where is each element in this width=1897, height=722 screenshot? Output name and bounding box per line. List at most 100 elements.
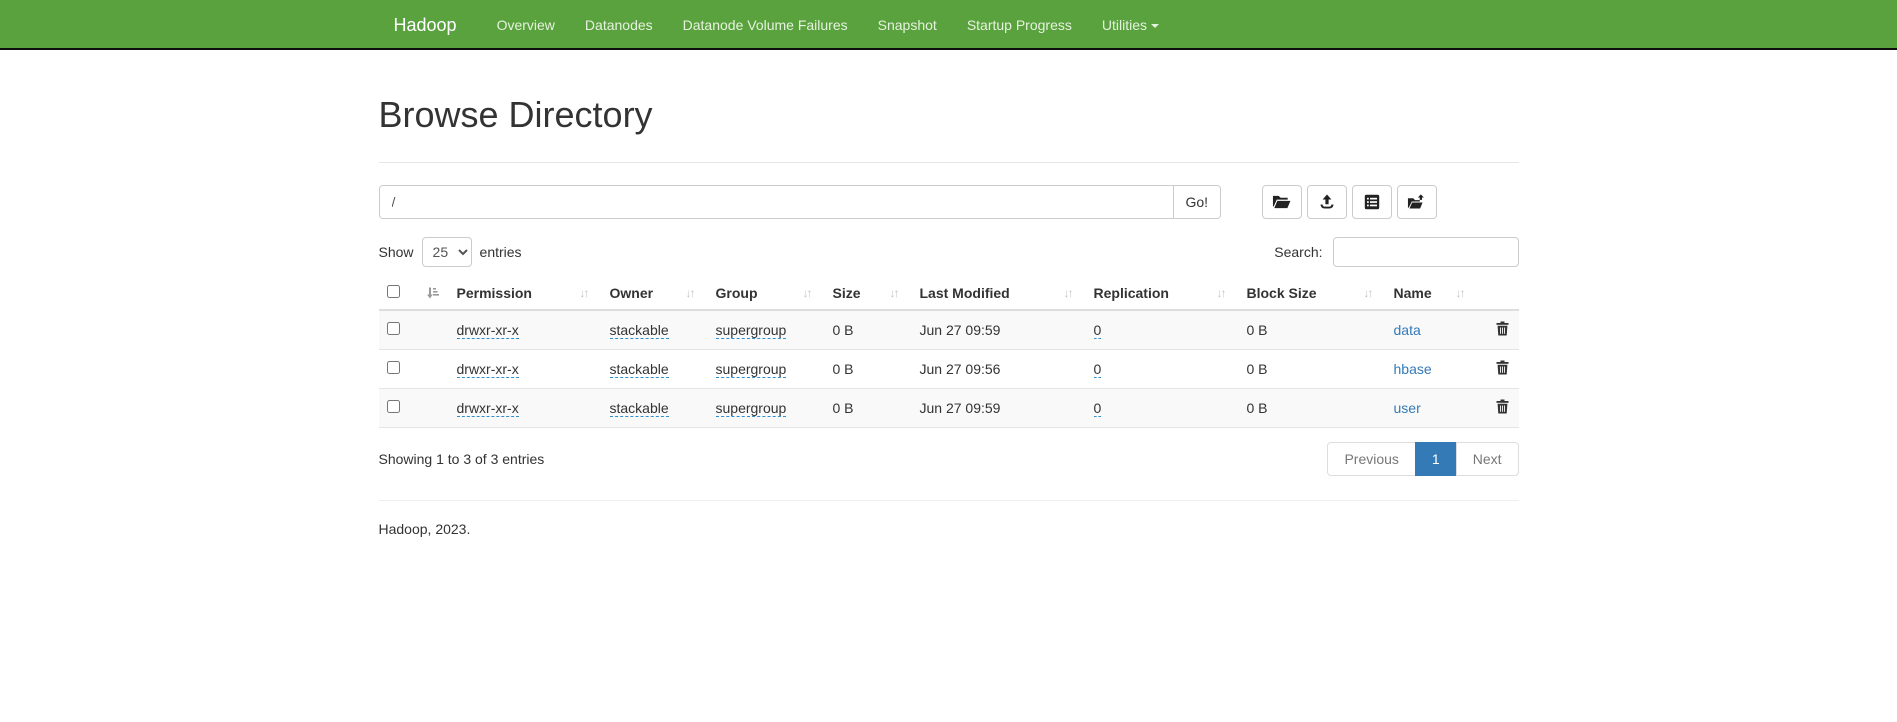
group-cell: supergroup [708, 310, 825, 350]
table-row: drwxr-xr-x stackable supergroup 0 B Jun … [379, 310, 1519, 350]
delete-button[interactable] [1496, 399, 1509, 417]
owner-cell: stackable [602, 389, 708, 428]
trash-icon [1496, 402, 1509, 417]
nav-item-utilities-dropdown[interactable]: Utilities [1087, 0, 1174, 50]
header-permission[interactable]: Permission↓↑ [449, 277, 602, 310]
group-editable[interactable]: supergroup [716, 361, 787, 378]
header-block-size-label: Block Size [1247, 285, 1317, 301]
block-size-value: 0 B [1247, 361, 1268, 377]
trash-icon [1496, 324, 1509, 339]
header-size[interactable]: Size↓↑ [825, 277, 912, 310]
navbar-brand[interactable]: Hadoop [379, 0, 472, 50]
header-name[interactable]: Name ↓↑ [1386, 277, 1488, 310]
group-editable[interactable]: supergroup [716, 322, 787, 339]
footer-divider [379, 500, 1519, 501]
header-owner-label: Owner [610, 285, 654, 301]
replication-cell: 0 [1086, 310, 1239, 350]
last-modified-cell: Jun 27 09:59 [912, 389, 1086, 428]
header-replication[interactable]: Replication↓↑ [1086, 277, 1239, 310]
group-cell: supergroup [708, 389, 825, 428]
directory-link[interactable]: user [1394, 400, 1421, 416]
nav-item-startup-progress[interactable]: Startup Progress [952, 0, 1087, 50]
entries-info: Showing 1 to 3 of 3 entries [379, 451, 545, 467]
select-all-header[interactable] [379, 277, 449, 310]
directory-path-input[interactable] [379, 185, 1174, 219]
navbar-menu: Overview Datanodes Datanode Volume Failu… [472, 0, 1174, 50]
delete-button[interactable] [1496, 360, 1509, 378]
owner-editable[interactable]: stackable [610, 400, 669, 417]
nav-item-snapshot[interactable]: Snapshot [863, 0, 952, 50]
row-checkbox[interactable] [387, 322, 400, 335]
replication-editable[interactable]: 0 [1094, 322, 1102, 339]
permission-editable[interactable]: drwxr-xr-x [457, 361, 519, 378]
permission-editable[interactable]: drwxr-xr-x [457, 322, 519, 339]
directory-table: Permission↓↑ Owner↓↑ Group↓↑ Size↓↑ Last… [379, 277, 1519, 428]
directory-link[interactable]: hbase [1394, 361, 1432, 377]
header-group-label: Group [716, 285, 758, 301]
table-row: drwxr-xr-x stackable supergroup 0 B Jun … [379, 389, 1519, 428]
nav-item-datanode-volume-failures[interactable]: Datanode Volume Failures [668, 0, 863, 50]
sort-attributes-icon [426, 287, 439, 302]
utilities-label: Utilities [1102, 17, 1147, 33]
name-cell: user [1386, 389, 1488, 428]
header-group[interactable]: Group↓↑ [708, 277, 825, 310]
directory-link[interactable]: data [1394, 322, 1421, 338]
actions-cell [1488, 389, 1519, 428]
pagination-next[interactable]: Next [1457, 442, 1519, 476]
owner-editable[interactable]: stackable [610, 322, 669, 339]
last-modified-value: Jun 27 09:59 [920, 322, 1001, 338]
table-body: drwxr-xr-x stackable supergroup 0 B Jun … [379, 310, 1519, 428]
sort-icon: ↓↑ [1364, 286, 1372, 300]
explorer-action-buttons [1262, 185, 1437, 219]
nav-item-overview[interactable]: Overview [482, 0, 570, 50]
move-selected-button[interactable] [1397, 185, 1437, 219]
entries-label: entries [480, 244, 522, 260]
owner-cell: stackable [602, 310, 708, 350]
pagination-previous[interactable]: Previous [1328, 442, 1415, 476]
row-checkbox[interactable] [387, 361, 400, 374]
nav-item-datanodes[interactable]: Datanodes [570, 0, 668, 50]
set-quota-button[interactable] [1352, 185, 1392, 219]
upload-files-button[interactable] [1307, 185, 1347, 219]
footer-text: Hadoop, 2023. [379, 521, 1519, 537]
upload-icon [1319, 194, 1335, 210]
page-length-select[interactable]: 25 [422, 237, 472, 267]
replication-cell: 0 [1086, 350, 1239, 389]
header-name-label: Name [1394, 285, 1432, 301]
replication-editable[interactable]: 0 [1094, 400, 1102, 417]
search-input[interactable] [1333, 237, 1519, 267]
name-cell: data [1386, 310, 1488, 350]
sort-icon: ↓↑ [1456, 286, 1464, 300]
folder-upload-icon [1407, 194, 1426, 210]
owner-editable[interactable]: stackable [610, 361, 669, 378]
go-button[interactable]: Go! [1173, 185, 1222, 219]
permission-editable[interactable]: drwxr-xr-x [457, 400, 519, 417]
header-block-size[interactable]: Block Size ↓↑ [1239, 277, 1386, 310]
table-footer: Showing 1 to 3 of 3 entries Previous 1 N… [379, 442, 1519, 476]
path-bar: Go! [379, 185, 1519, 219]
last-modified-value: Jun 27 09:59 [920, 400, 1001, 416]
table-controls: Show 25 entries Search: [379, 237, 1519, 267]
replication-editable[interactable]: 0 [1094, 361, 1102, 378]
create-directory-button[interactable] [1262, 185, 1302, 219]
size-value: 0 B [833, 361, 854, 377]
group-editable[interactable]: supergroup [716, 400, 787, 417]
pagination-page-1[interactable]: 1 [1416, 442, 1457, 476]
header-size-label: Size [833, 285, 861, 301]
row-select-cell [379, 310, 449, 350]
page-length-control: Show 25 entries [379, 237, 522, 267]
table-row: drwxr-xr-x stackable supergroup 0 B Jun … [379, 350, 1519, 389]
row-checkbox[interactable] [387, 400, 400, 413]
page-title: Browse Directory [379, 94, 1519, 136]
replication-cell: 0 [1086, 389, 1239, 428]
block-size-cell: 0 B [1239, 350, 1386, 389]
size-cell: 0 B [825, 350, 912, 389]
header-actions [1488, 277, 1519, 310]
delete-button[interactable] [1496, 321, 1509, 339]
search-label: Search: [1274, 244, 1322, 260]
header-owner[interactable]: Owner↓↑ [602, 277, 708, 310]
select-all-checkbox[interactable] [387, 285, 400, 298]
header-last-modified[interactable]: Last Modified↓↑ [912, 277, 1086, 310]
last-modified-cell: Jun 27 09:56 [912, 350, 1086, 389]
page-header: Browse Directory [379, 94, 1519, 163]
